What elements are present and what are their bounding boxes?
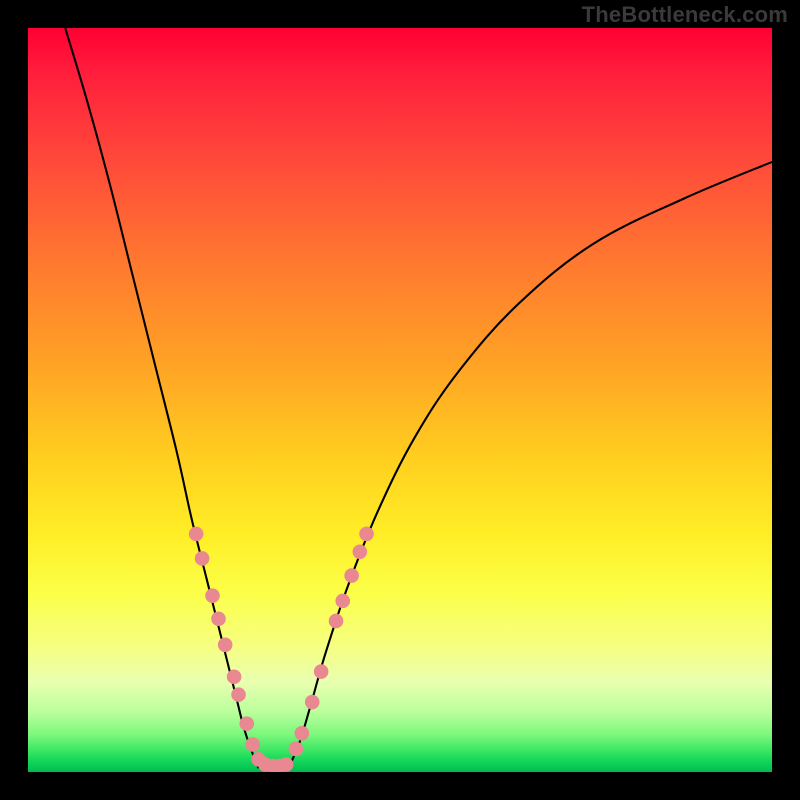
data-dot [189,527,204,542]
data-dot [353,544,368,559]
data-dot [344,568,359,583]
data-dot [239,716,254,731]
data-dot [314,664,329,679]
data-dot [205,588,220,603]
curve-left-branch [65,28,258,768]
data-dot [279,757,294,772]
dots-group [189,527,374,772]
curve-layer [28,28,772,772]
chart-frame: TheBottleneck.com [0,0,800,800]
curve-right-branch [288,162,772,768]
data-dot [335,594,350,609]
plot-area [28,28,772,772]
data-dot [231,687,246,702]
data-dot [329,614,344,629]
data-dot [245,737,260,752]
data-dot [294,726,309,741]
data-dot [305,695,320,710]
data-dot [359,527,374,542]
curves-group [65,28,772,768]
data-dot [195,551,210,566]
data-dot [211,611,226,626]
watermark-text: TheBottleneck.com [582,2,788,28]
data-dot [218,637,233,652]
data-dot [289,742,304,757]
data-dot [227,669,242,684]
